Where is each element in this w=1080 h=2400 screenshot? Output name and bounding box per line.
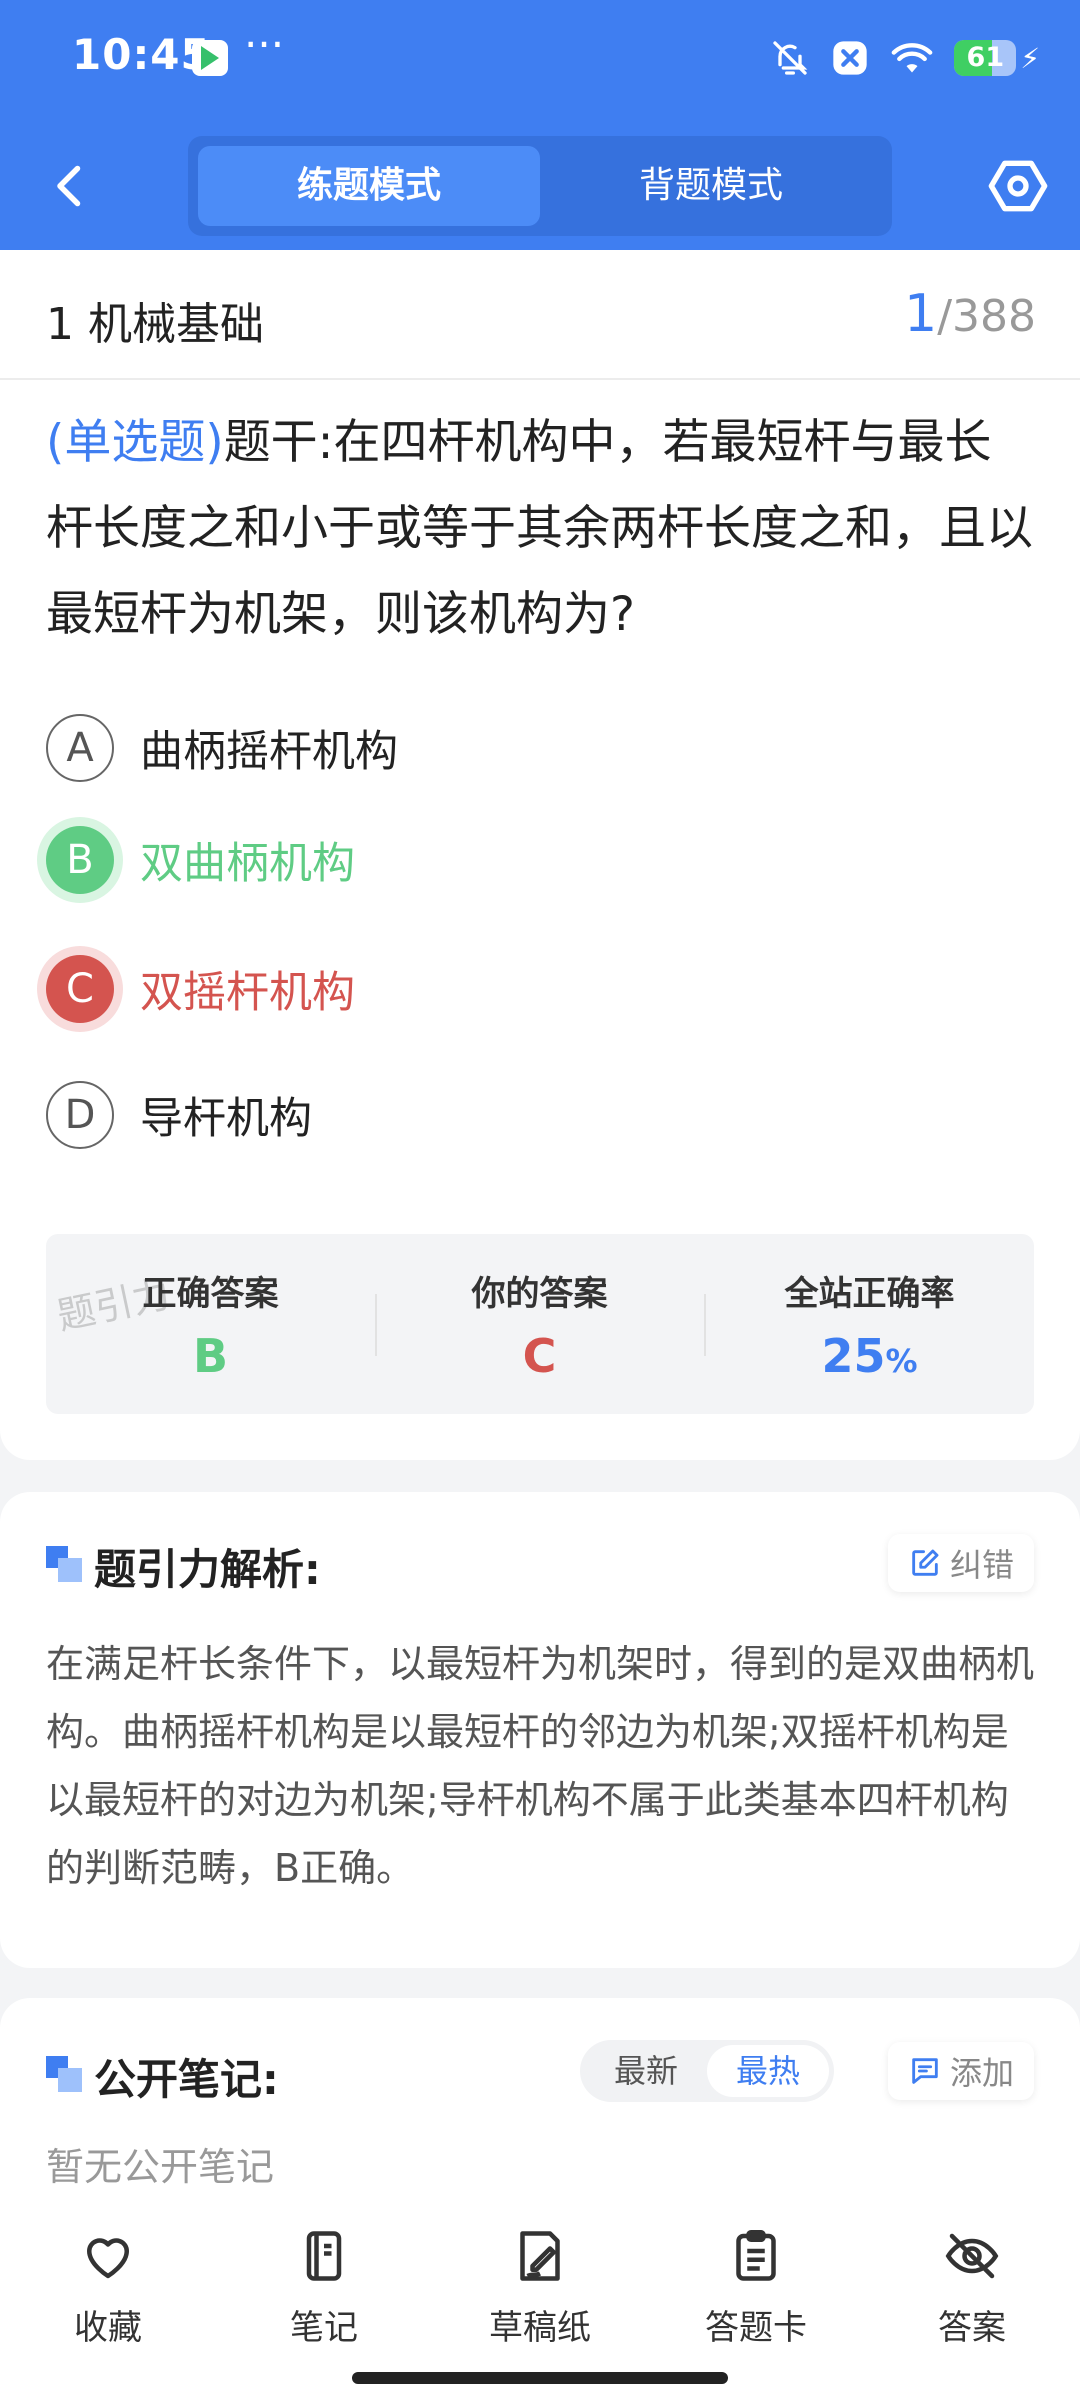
report-error-label: 纠错 xyxy=(949,1546,1014,1584)
option-letter: A xyxy=(46,714,114,782)
current-question-number: 1 xyxy=(904,284,938,344)
edit-icon xyxy=(912,1549,939,1576)
notes-button[interactable]: 笔记 xyxy=(224,2226,424,2349)
charging-icon: ⚡ xyxy=(1020,41,1040,75)
battery-level: 61 xyxy=(966,42,1005,73)
tab-memorize-mode[interactable]: 背题模式 xyxy=(540,146,882,226)
tab-practice-mode[interactable]: 练题模式 xyxy=(198,146,540,226)
notes-empty-text: 暂无公开笔记 xyxy=(46,2145,275,2189)
bottom-toolbar: 收藏 笔记 草稿纸 答题卡 答案 xyxy=(0,2200,1080,2400)
notes-label: 笔记 xyxy=(290,2308,358,2348)
notification-x-icon xyxy=(833,41,867,75)
question-type: (单选题) xyxy=(46,415,224,470)
correct-answer-value: B xyxy=(192,1329,229,1383)
option-text: 导杆机构 xyxy=(140,1094,312,1144)
question-counter: 1/388 xyxy=(904,284,1036,344)
notebook-icon xyxy=(306,2231,342,2281)
sort-hot[interactable]: 最热 xyxy=(707,2045,829,2097)
notes-sort-switch: 最新 最热 xyxy=(580,2040,834,2102)
divider xyxy=(0,378,1080,380)
answer-stats: 题引力 正确答案 B 你的答案 C 全站正确率 25% xyxy=(46,1234,1034,1414)
eye-off-icon xyxy=(945,2233,999,2279)
notes-title: 公开笔记: xyxy=(94,2055,279,2104)
answer-card-label: 答题卡 xyxy=(705,2308,807,2348)
correct-answer-label: 正确答案 xyxy=(142,1274,279,1314)
status-bar: 10:45 ··· 61 ⚡ xyxy=(0,0,1080,115)
option-d[interactable]: D 导杆机构 xyxy=(46,1079,312,1151)
answer-card-button[interactable]: 答题卡 xyxy=(656,2226,856,2349)
comment-icon xyxy=(912,2058,938,2084)
status-time: 10:45 xyxy=(72,30,211,79)
favorite-button[interactable]: 收藏 xyxy=(8,2226,208,2349)
back-arrow-icon[interactable] xyxy=(40,156,100,216)
top-nav: 练题模式 背题模式 xyxy=(0,130,1080,240)
section-icon xyxy=(46,1546,82,1582)
accuracy-label: 全站正确率 xyxy=(784,1274,955,1314)
option-a[interactable]: A 曲柄摇杆机构 xyxy=(46,712,398,784)
option-c[interactable]: C 双摇杆机构 xyxy=(46,953,355,1025)
mute-icon xyxy=(773,41,808,75)
your-answer-stat: 你的答案 C xyxy=(375,1234,704,1414)
analysis-card: 题引力解析: 纠错 在满足杆长条件下，以最短杆为机架时，得到的是双曲柄机构。曲柄… xyxy=(0,1492,1080,1968)
your-answer-value: C xyxy=(522,1329,557,1383)
question-stem: (单选题)题干:在四杆机构中，若最短杆与最长杆长度之和小于或等于其余两杆长度之和… xyxy=(46,400,1036,658)
accuracy-number: 25 xyxy=(821,1329,886,1383)
app-icon xyxy=(192,40,228,76)
show-answer-label: 答案 xyxy=(938,2308,1006,2348)
report-error-button[interactable]: 纠错 xyxy=(887,1534,1034,1592)
add-note-button[interactable]: 添加 xyxy=(887,2042,1034,2100)
draft-paper-icon xyxy=(520,2231,560,2281)
mode-switch: 练题模式 背题模式 xyxy=(188,136,892,236)
draft-paper-label: 草稿纸 xyxy=(489,2308,591,2348)
option-text: 双曲柄机构 xyxy=(140,839,355,889)
option-text: 曲柄摇杆机构 xyxy=(140,727,398,777)
more-notifications-icon: ··· xyxy=(244,20,285,69)
analysis-title: 题引力解析: xyxy=(94,1545,321,1594)
accuracy-value: 25% xyxy=(705,1329,1034,1383)
option-b[interactable]: B 双曲柄机构 xyxy=(46,824,355,896)
answer-card-icon xyxy=(736,2230,776,2281)
home-indicator xyxy=(352,2372,728,2384)
option-letter: D xyxy=(46,1081,114,1149)
battery-icon: 61 ⚡ xyxy=(954,40,1040,76)
settings-icon[interactable] xyxy=(986,154,1050,218)
analysis-text: 在满足杆长条件下，以最短杆为机架时，得到的是双曲柄机构。曲柄摇杆机构是以最短杆的… xyxy=(46,1642,1035,1890)
add-note-label: 添加 xyxy=(949,2054,1014,2092)
accuracy-unit: % xyxy=(885,1342,918,1380)
section-icon xyxy=(46,2056,82,2092)
total-questions: /388 xyxy=(937,291,1036,342)
chapter-title: 1 机械基础 xyxy=(46,299,264,350)
show-answer-button[interactable]: 答案 xyxy=(872,2226,1072,2349)
favorite-label: 收藏 xyxy=(74,2308,142,2348)
draft-paper-button[interactable]: 草稿纸 xyxy=(440,2226,640,2349)
accuracy-stat: 全站正确率 25% xyxy=(705,1234,1034,1414)
question-card: 1 机械基础 1/388 (单选题)题干:在四杆机构中，若最短杆与最长杆长度之和… xyxy=(0,250,1080,1460)
sort-latest[interactable]: 最新 xyxy=(585,2045,707,2097)
heart-icon xyxy=(87,2238,129,2279)
option-text: 双摇杆机构 xyxy=(140,968,355,1018)
wifi-icon xyxy=(891,43,933,73)
option-letter: B xyxy=(46,826,114,894)
correct-answer-stat: 正确答案 B xyxy=(46,1234,375,1414)
your-answer-label: 你的答案 xyxy=(471,1274,608,1314)
option-letter: C xyxy=(46,955,114,1023)
